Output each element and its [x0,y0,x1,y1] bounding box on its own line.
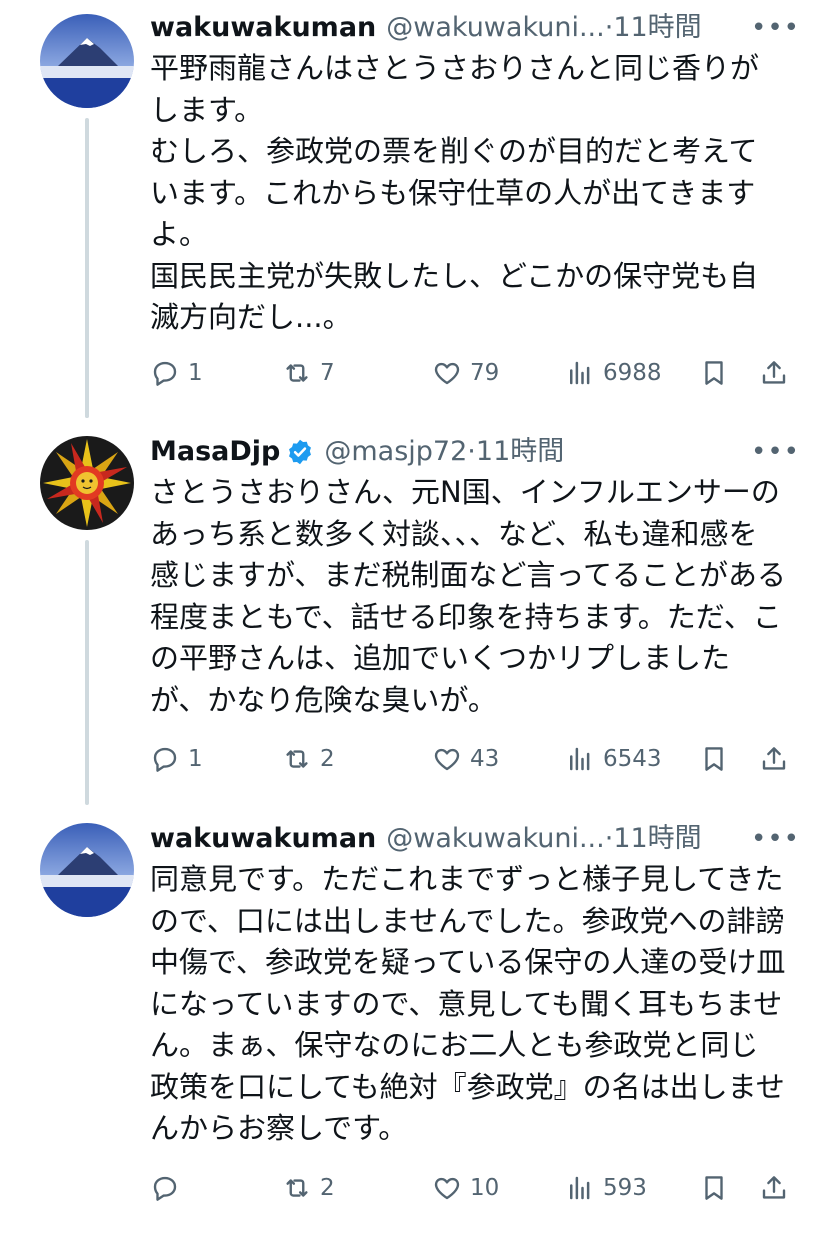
bookmark-icon [705,360,723,385]
retweet-icon [286,1178,308,1197]
timestamp[interactable]: 11時間 [613,11,701,45]
action-bar: 1 2 43 6543 [150,739,790,779]
avatar-sun-image [40,436,134,530]
reply-icon [153,361,177,386]
retweet-icon [286,363,308,382]
retweet-count: 2 [320,1174,335,1201]
thread-line [85,118,89,418]
views-icon [570,1176,590,1199]
retweet-count: 2 [320,746,335,772]
reply-count: 1 [188,359,203,386]
more-options-icon[interactable]: ••• [751,822,810,856]
user-handle[interactable]: @masjp72 [324,435,467,469]
avatar-mountain-image [40,823,134,917]
views-icon [570,361,590,384]
views-button[interactable]: 6988 [565,358,699,388]
like-button[interactable]: 10 [432,1173,565,1203]
like-count: 10 [470,1174,500,1201]
user-handle[interactable]: @wakuwakuni... [386,822,604,856]
bookmark-icon [705,747,723,771]
action-bar: 1 7 79 6988 [150,353,790,393]
avatar[interactable] [40,436,134,530]
reply-count: 1 [188,746,203,772]
bookmark-button[interactable] [699,744,759,774]
display-name[interactable]: MasaDjp [150,435,280,469]
share-icon [762,360,786,384]
retweet-icon [286,750,308,768]
reply-icon [153,1176,177,1201]
heart-icon [434,362,460,384]
reply-button[interactable]: 1 [150,358,282,388]
retweet-button[interactable]: 2 [282,1173,432,1203]
tweet[interactable]: MasaDjp @masjp72 · 11時間 ••• さとうさおりさん、元N国… [0,408,828,805]
reply-button[interactable] [150,1173,282,1203]
tweet-header: wakuwakuman @wakuwakuni... · 11時間 ••• [150,10,810,46]
view-count: 593 [603,1174,647,1201]
thread-line [85,408,89,418]
tweet-text: 同意見です。ただこれまでずっと様子見してきたので、口には出しませんでした。参政党… [150,862,786,1145]
share-icon [762,747,786,770]
more-options-icon[interactable]: ••• [751,11,810,45]
reply-icon [153,747,177,772]
more-options-icon[interactable]: ••• [751,435,810,469]
retweet-button[interactable]: 2 [282,744,432,774]
retweet-button[interactable]: 7 [282,358,432,388]
heart-icon [434,1177,460,1199]
avatar[interactable] [40,14,134,108]
separator-dot: · [467,436,476,467]
like-button[interactable]: 43 [432,744,565,774]
share-button[interactable] [759,744,789,774]
share-icon [762,1175,786,1199]
separator-dot: · [604,12,614,43]
views-button[interactable]: 593 [565,1173,699,1203]
heart-icon [434,748,460,771]
like-button[interactable]: 79 [432,358,565,388]
thread-line [85,540,89,805]
view-count: 6988 [603,359,662,386]
avatar-mountain-image [40,14,134,108]
display-name[interactable]: wakuwakuman [150,822,376,856]
tweet-header: wakuwakuman @wakuwakuni... · 11時間 ••• [150,821,810,857]
action-bar: 2 10 593 [150,1168,790,1208]
share-button[interactable] [759,1173,789,1203]
like-count: 43 [470,746,500,772]
user-handle[interactable]: @wakuwakuni... [386,11,604,45]
timestamp[interactable]: 11時間 [613,822,701,856]
timestamp[interactable]: 11時間 [476,435,564,469]
tweet[interactable]: wakuwakuman @wakuwakuni... · 11時間 ••• 平野… [0,0,828,418]
tweet[interactable]: wakuwakuman @wakuwakuni... · 11時間 ••• 同意… [0,795,828,1257]
share-button[interactable] [759,358,789,388]
bookmark-button[interactable] [699,1173,759,1203]
like-count: 79 [470,359,500,386]
views-icon [570,747,590,771]
tweet-text: 平野雨龍さんはさとうさおりさんと同じ香りがします。 むしろ、参政党の票を削ぐのが… [150,51,760,334]
reply-button[interactable]: 1 [150,744,282,774]
views-button[interactable]: 6543 [565,744,699,774]
bookmark-icon [705,1175,723,1200]
tweet-text: さとうさおりさん、元N国、インフルエンサーのあっち系と数多く対談、、、など、私も… [150,475,786,717]
tweet-header: MasaDjp @masjp72 · 11時間 ••• [150,434,810,470]
avatar[interactable] [40,823,134,917]
display-name[interactable]: wakuwakuman [150,11,376,45]
verified-badge-icon [289,439,312,465]
view-count: 6543 [603,746,662,772]
retweet-count: 7 [320,359,335,386]
bookmark-button[interactable] [699,358,759,388]
separator-dot: · [604,823,614,854]
